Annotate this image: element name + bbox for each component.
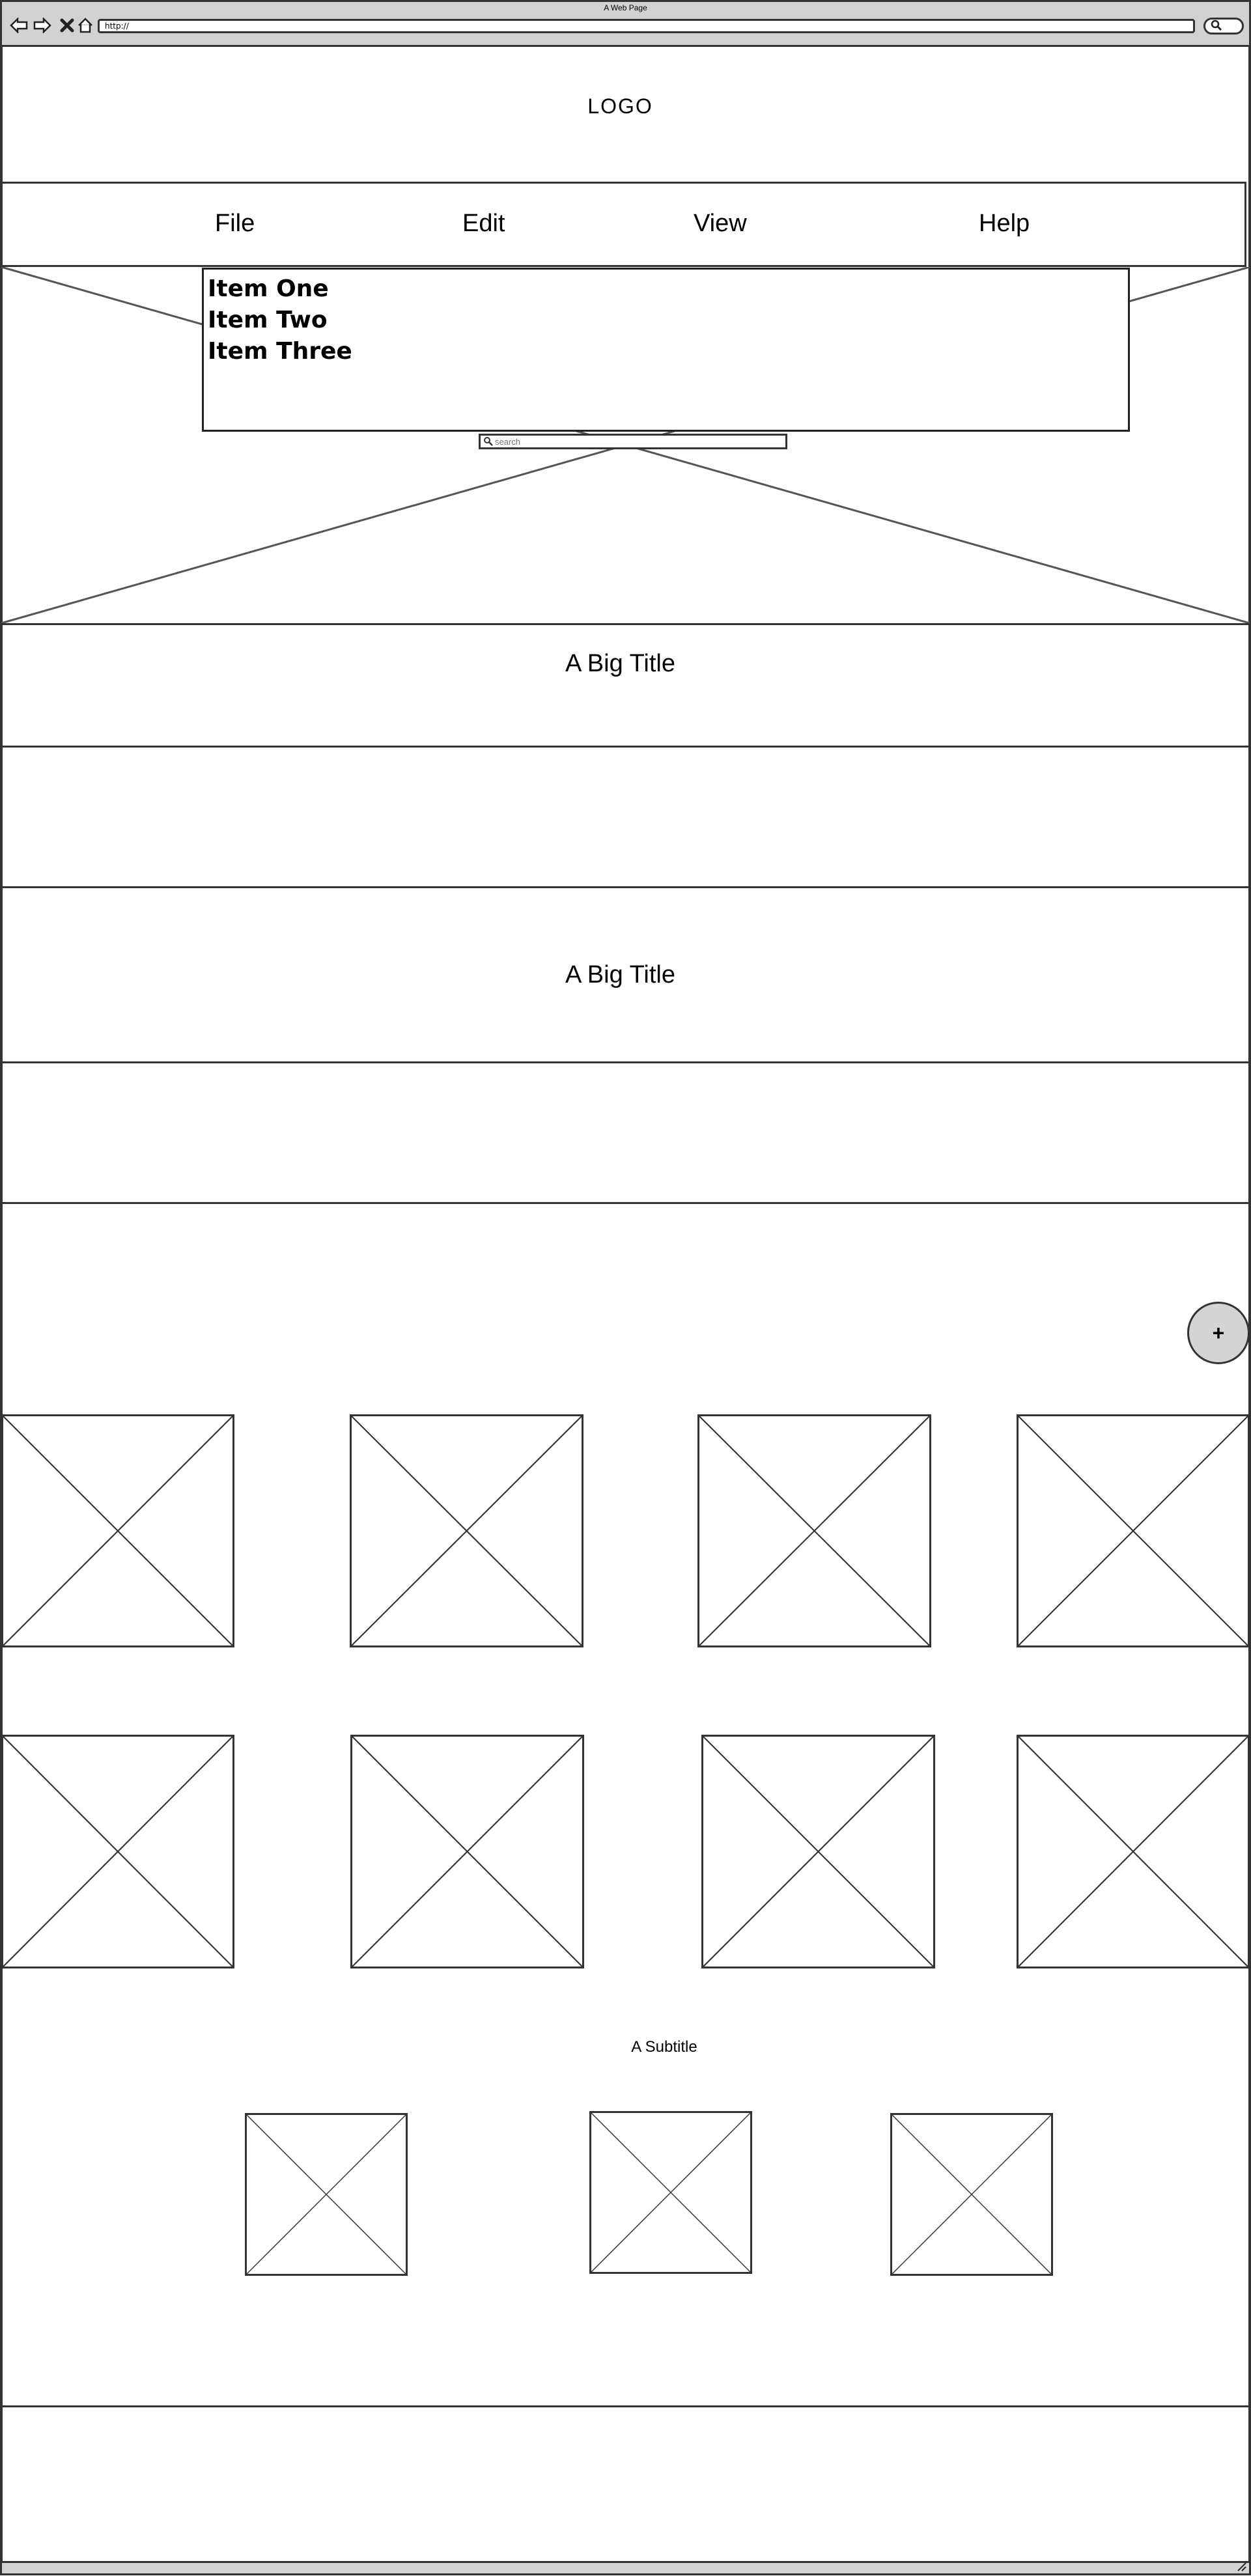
home-icon[interactable] bbox=[76, 16, 95, 35]
dropdown-item-one[interactable]: Item One bbox=[208, 273, 1124, 305]
back-arrow-icon[interactable] bbox=[9, 16, 29, 35]
section-divider bbox=[0, 2405, 1251, 2407]
image-placeholder bbox=[701, 1735, 935, 1968]
section-divider bbox=[0, 746, 1251, 748]
image-placeholder bbox=[697, 1414, 931, 1647]
dropdown-menu: Item One Item Two Item Three bbox=[202, 268, 1130, 432]
add-button[interactable]: + bbox=[1187, 1302, 1250, 1364]
forward-arrow-icon[interactable] bbox=[33, 16, 52, 35]
menu-bar bbox=[1, 182, 1246, 267]
close-x-icon[interactable] bbox=[57, 16, 77, 35]
section-title: A Big Title bbox=[565, 650, 675, 677]
image-placeholder bbox=[1017, 1735, 1250, 1968]
image-placeholder bbox=[589, 2111, 752, 2274]
dropdown-item-three[interactable]: Item Three bbox=[208, 336, 1124, 367]
image-placeholder bbox=[1, 1735, 234, 1968]
image-placeholder bbox=[245, 2113, 408, 2276]
section-divider bbox=[0, 1061, 1251, 1063]
image-placeholder bbox=[890, 2113, 1053, 2276]
search-box[interactable] bbox=[479, 434, 787, 449]
url-field[interactable]: http:// bbox=[98, 19, 1195, 33]
dropdown-item-two[interactable]: Item Two bbox=[208, 305, 1124, 336]
search-icon bbox=[1211, 20, 1222, 31]
menu-item-file[interactable]: File bbox=[215, 207, 255, 240]
image-placeholder bbox=[1, 1414, 234, 1647]
section-divider bbox=[0, 886, 1251, 888]
search-icon bbox=[484, 437, 493, 446]
resize-grip-icon[interactable] bbox=[1234, 2562, 1248, 2575]
section-divider bbox=[0, 1202, 1251, 1204]
window-title: A Web Page bbox=[604, 3, 647, 12]
menu-item-edit[interactable]: Edit bbox=[462, 207, 505, 240]
image-placeholder bbox=[350, 1735, 584, 1968]
section-title: A Big Title bbox=[565, 961, 675, 988]
menu-item-help[interactable]: Help bbox=[979, 207, 1030, 240]
logo: LOGO bbox=[587, 94, 653, 118]
menu-item-view[interactable]: View bbox=[694, 207, 747, 240]
browser-search-field[interactable] bbox=[1203, 18, 1244, 35]
image-placeholder bbox=[350, 1414, 583, 1647]
section-divider bbox=[0, 623, 1251, 625]
browser-status-bar bbox=[0, 2561, 1251, 2575]
image-placeholder bbox=[1017, 1414, 1250, 1647]
search-input[interactable] bbox=[495, 436, 781, 447]
section-subtitle: A Subtitle bbox=[631, 2038, 697, 2056]
